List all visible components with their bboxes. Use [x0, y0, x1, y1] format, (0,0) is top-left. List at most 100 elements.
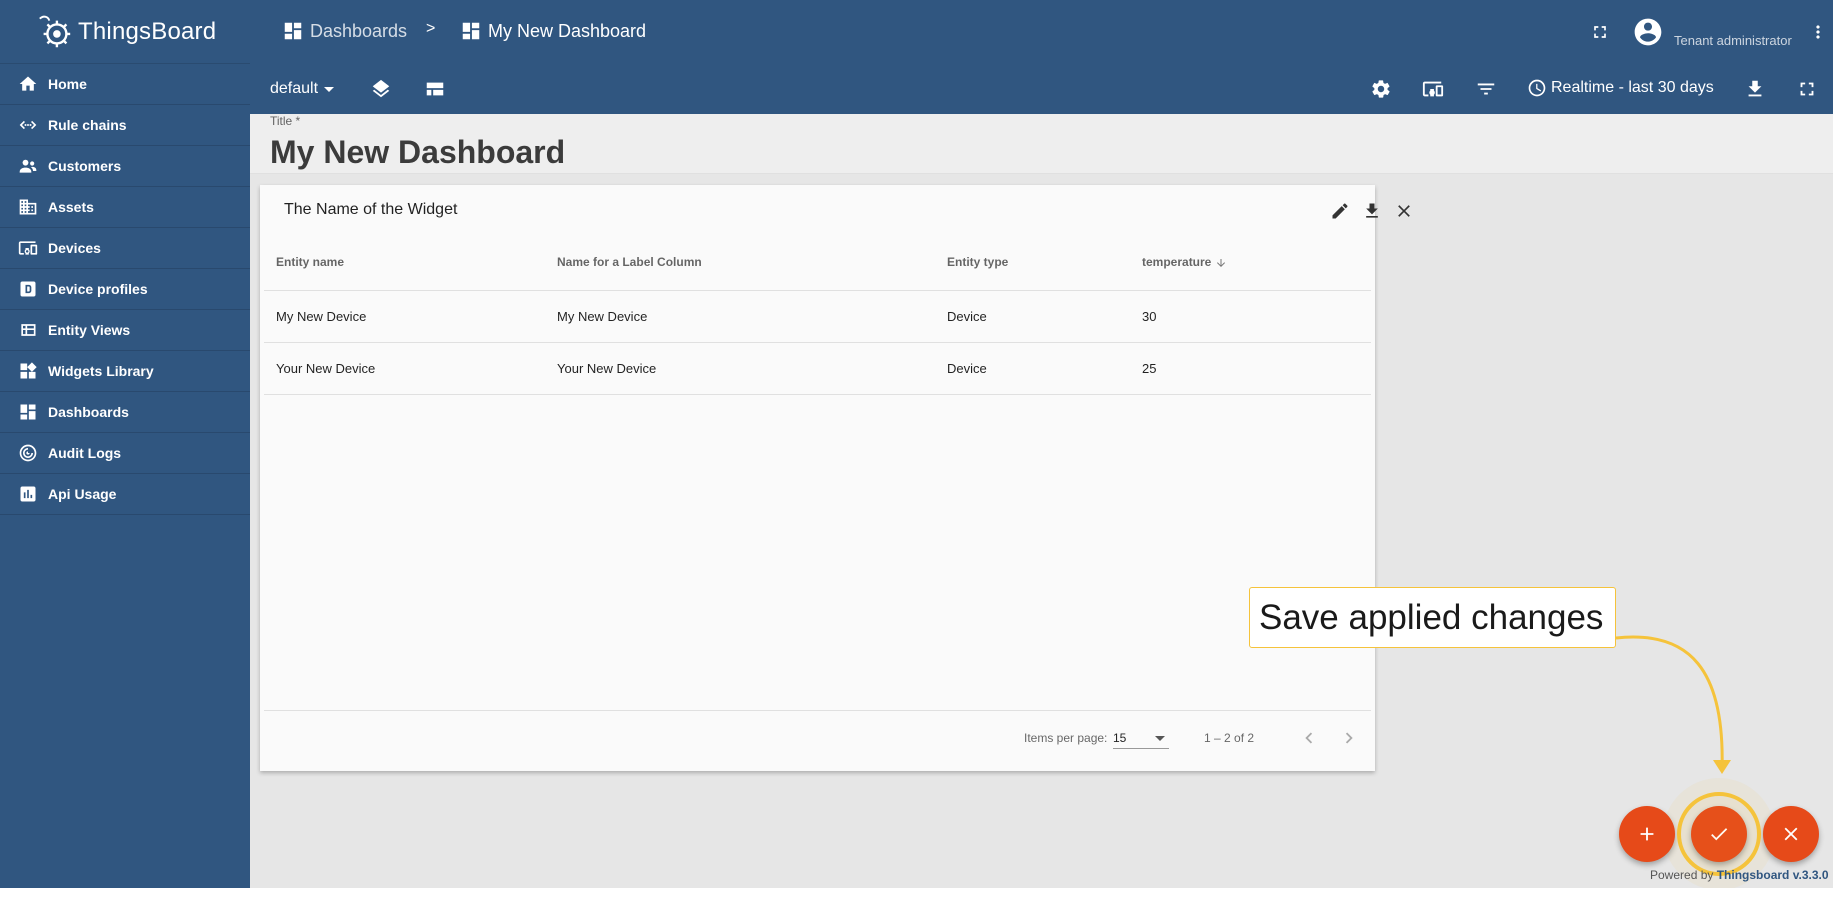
items-per-page-select[interactable]: 15 [1113, 727, 1169, 749]
api-usage-icon [17, 483, 39, 505]
thingsboard-logo-icon [39, 15, 71, 47]
fullscreen-icon[interactable] [1796, 78, 1818, 100]
paginator: Items per page: 15 1 – 2 of 2 [264, 710, 1371, 766]
cancel-changes-button[interactable] [1763, 806, 1819, 862]
sidebar-item-home[interactable]: Home [0, 64, 250, 105]
sidebar-item-label: Audit Logs [48, 445, 122, 461]
arrow-down-icon [1217, 258, 1226, 267]
audit-logs-icon [17, 442, 39, 464]
cell-temperature: 25 [1142, 361, 1157, 376]
sidebar-item-customers[interactable]: Customers [0, 146, 250, 187]
tutorial-callout: Save applied changes [1249, 587, 1616, 648]
cell-label: My New Device [557, 309, 648, 324]
app-root: ThingsBoard Home Rule chains Customers A… [0, 0, 1833, 888]
sidebar-item-device-profiles[interactable]: Device profiles [0, 269, 250, 310]
state-select[interactable]: default [270, 80, 335, 98]
table-row[interactable]: My New Device My New Device Device 30 [264, 291, 1371, 343]
close-icon [1784, 827, 1798, 841]
sidebar-item-label: Device profiles [48, 281, 148, 297]
close-icon[interactable] [1394, 201, 1414, 221]
dashboards-icon [284, 22, 302, 40]
assets-icon [17, 196, 39, 218]
sidebar-item-dashboards[interactable]: Dashboards [0, 392, 250, 433]
customers-icon [17, 155, 39, 177]
powered-brand-link[interactable]: Thingsboard v.3.3.0 [1717, 868, 1829, 882]
sidebar-item-label: Api Usage [48, 486, 117, 502]
sidebar-item-label: Assets [48, 199, 94, 215]
top-bar: Dashboards > My New Dashboard Tenant adm… [250, 0, 1833, 64]
more-vert-icon[interactable] [1808, 22, 1828, 42]
breadcrumb-dashboards[interactable]: Dashboards [282, 20, 407, 42]
cell-entity-name: My New Device [276, 309, 367, 324]
check-icon [1711, 828, 1728, 841]
state-select-value: default [270, 80, 319, 97]
entities-table-widget[interactable]: The Name of the Widget Entity name Name … [260, 185, 1410, 771]
entity-alias-icon[interactable] [1422, 78, 1444, 100]
dashboards-icon [17, 401, 39, 423]
table-row[interactable]: Your New Device Your New Device Device 2… [264, 343, 1371, 395]
edit-icon[interactable] [1330, 201, 1350, 221]
sidebar-item-label: Widgets Library [48, 363, 154, 379]
save-changes-button[interactable] [1691, 806, 1747, 862]
caret-down-icon [1155, 736, 1165, 741]
filter-icon[interactable] [1475, 78, 1497, 100]
cell-entity-type: Device [947, 361, 987, 376]
entity-views-icon [17, 319, 39, 341]
cell-temperature: 30 [1142, 309, 1157, 324]
dashboards-icon [462, 22, 480, 40]
widgets-icon [17, 360, 39, 382]
powered-prefix: Powered by [1650, 868, 1714, 882]
sidebar-item-widgets-library[interactable]: Widgets Library [0, 351, 250, 392]
caret-down-icon [324, 86, 335, 92]
sidebar-item-label: Home [48, 76, 87, 92]
column-header-entity-name[interactable]: Entity name [276, 233, 344, 291]
account-circle-icon[interactable] [1632, 16, 1664, 48]
settings-icon[interactable] [1370, 78, 1392, 100]
title-field-label: Title * [270, 114, 301, 128]
dashboard-title-input[interactable]: My New Dashboard [270, 134, 565, 171]
page-range-label: 1 – 2 of 2 [1204, 731, 1255, 745]
breadcrumb-current: My New Dashboard [460, 20, 646, 42]
entities-table: Entity name Name for a Label Column Enti… [264, 233, 1371, 395]
add-widget-button[interactable] [1619, 806, 1675, 862]
dashboard-title-field[interactable]: Title * My New Dashboard [250, 114, 1833, 174]
app-name: ThingsBoard [78, 17, 217, 45]
column-header-label[interactable]: Name for a Label Column [557, 233, 702, 291]
download-icon[interactable] [1362, 201, 1382, 221]
items-per-page-label: Items per page: [1024, 731, 1108, 745]
download-icon[interactable] [1744, 78, 1766, 100]
breadcrumb-label: Dashboards [310, 20, 408, 41]
clock-icon [1528, 79, 1546, 97]
timewindow-label: Realtime - last 30 days [1551, 79, 1714, 96]
column-header-entity-type[interactable]: Entity type [947, 233, 1008, 291]
table-header: Entity name Name for a Label Column Enti… [264, 233, 1371, 291]
breadcrumb-label: My New Dashboard [488, 20, 647, 41]
chevron-right-icon[interactable] [1338, 727, 1360, 749]
chevron-left-icon[interactable] [1298, 727, 1320, 749]
sidebar-item-api-usage[interactable]: Api Usage [0, 474, 250, 515]
sidebar: ThingsBoard Home Rule chains Customers A… [0, 0, 250, 888]
sidebar-item-label: Devices [48, 240, 101, 256]
powered-by: Powered by Thingsboard v.3.3.0 [1650, 868, 1829, 882]
sidebar-item-label: Entity Views [48, 322, 131, 338]
dashboard-toolbar: default Realtime - last 30 days [250, 64, 1833, 114]
user-role: Tenant administrator [1674, 33, 1792, 48]
plus-icon [1640, 827, 1654, 841]
sidebar-item-devices[interactable]: Devices [0, 228, 250, 269]
logo[interactable]: ThingsBoard [0, 0, 250, 64]
sidebar-item-entity-views[interactable]: Entity Views [0, 310, 250, 351]
column-header-temperature[interactable]: temperature [1142, 233, 1227, 291]
sidebar-item-assets[interactable]: Assets [0, 187, 250, 228]
home-icon [17, 73, 39, 95]
sidebar-item-rule-chains[interactable]: Rule chains [0, 105, 250, 146]
timewindow-button[interactable]: Realtime - last 30 days [1527, 78, 1714, 98]
sidebar-item-audit-logs[interactable]: Audit Logs [0, 433, 250, 474]
cell-entity-type: Device [947, 309, 987, 324]
layers-icon[interactable] [370, 78, 392, 100]
layout-icon[interactable] [424, 78, 446, 100]
breadcrumb-separator: > [426, 20, 436, 37]
cell-entity-name: Your New Device [276, 361, 376, 376]
fullscreen-icon[interactable] [1590, 22, 1610, 42]
sidebar-item-label: Dashboards [48, 404, 129, 420]
devices-icon [17, 237, 39, 259]
